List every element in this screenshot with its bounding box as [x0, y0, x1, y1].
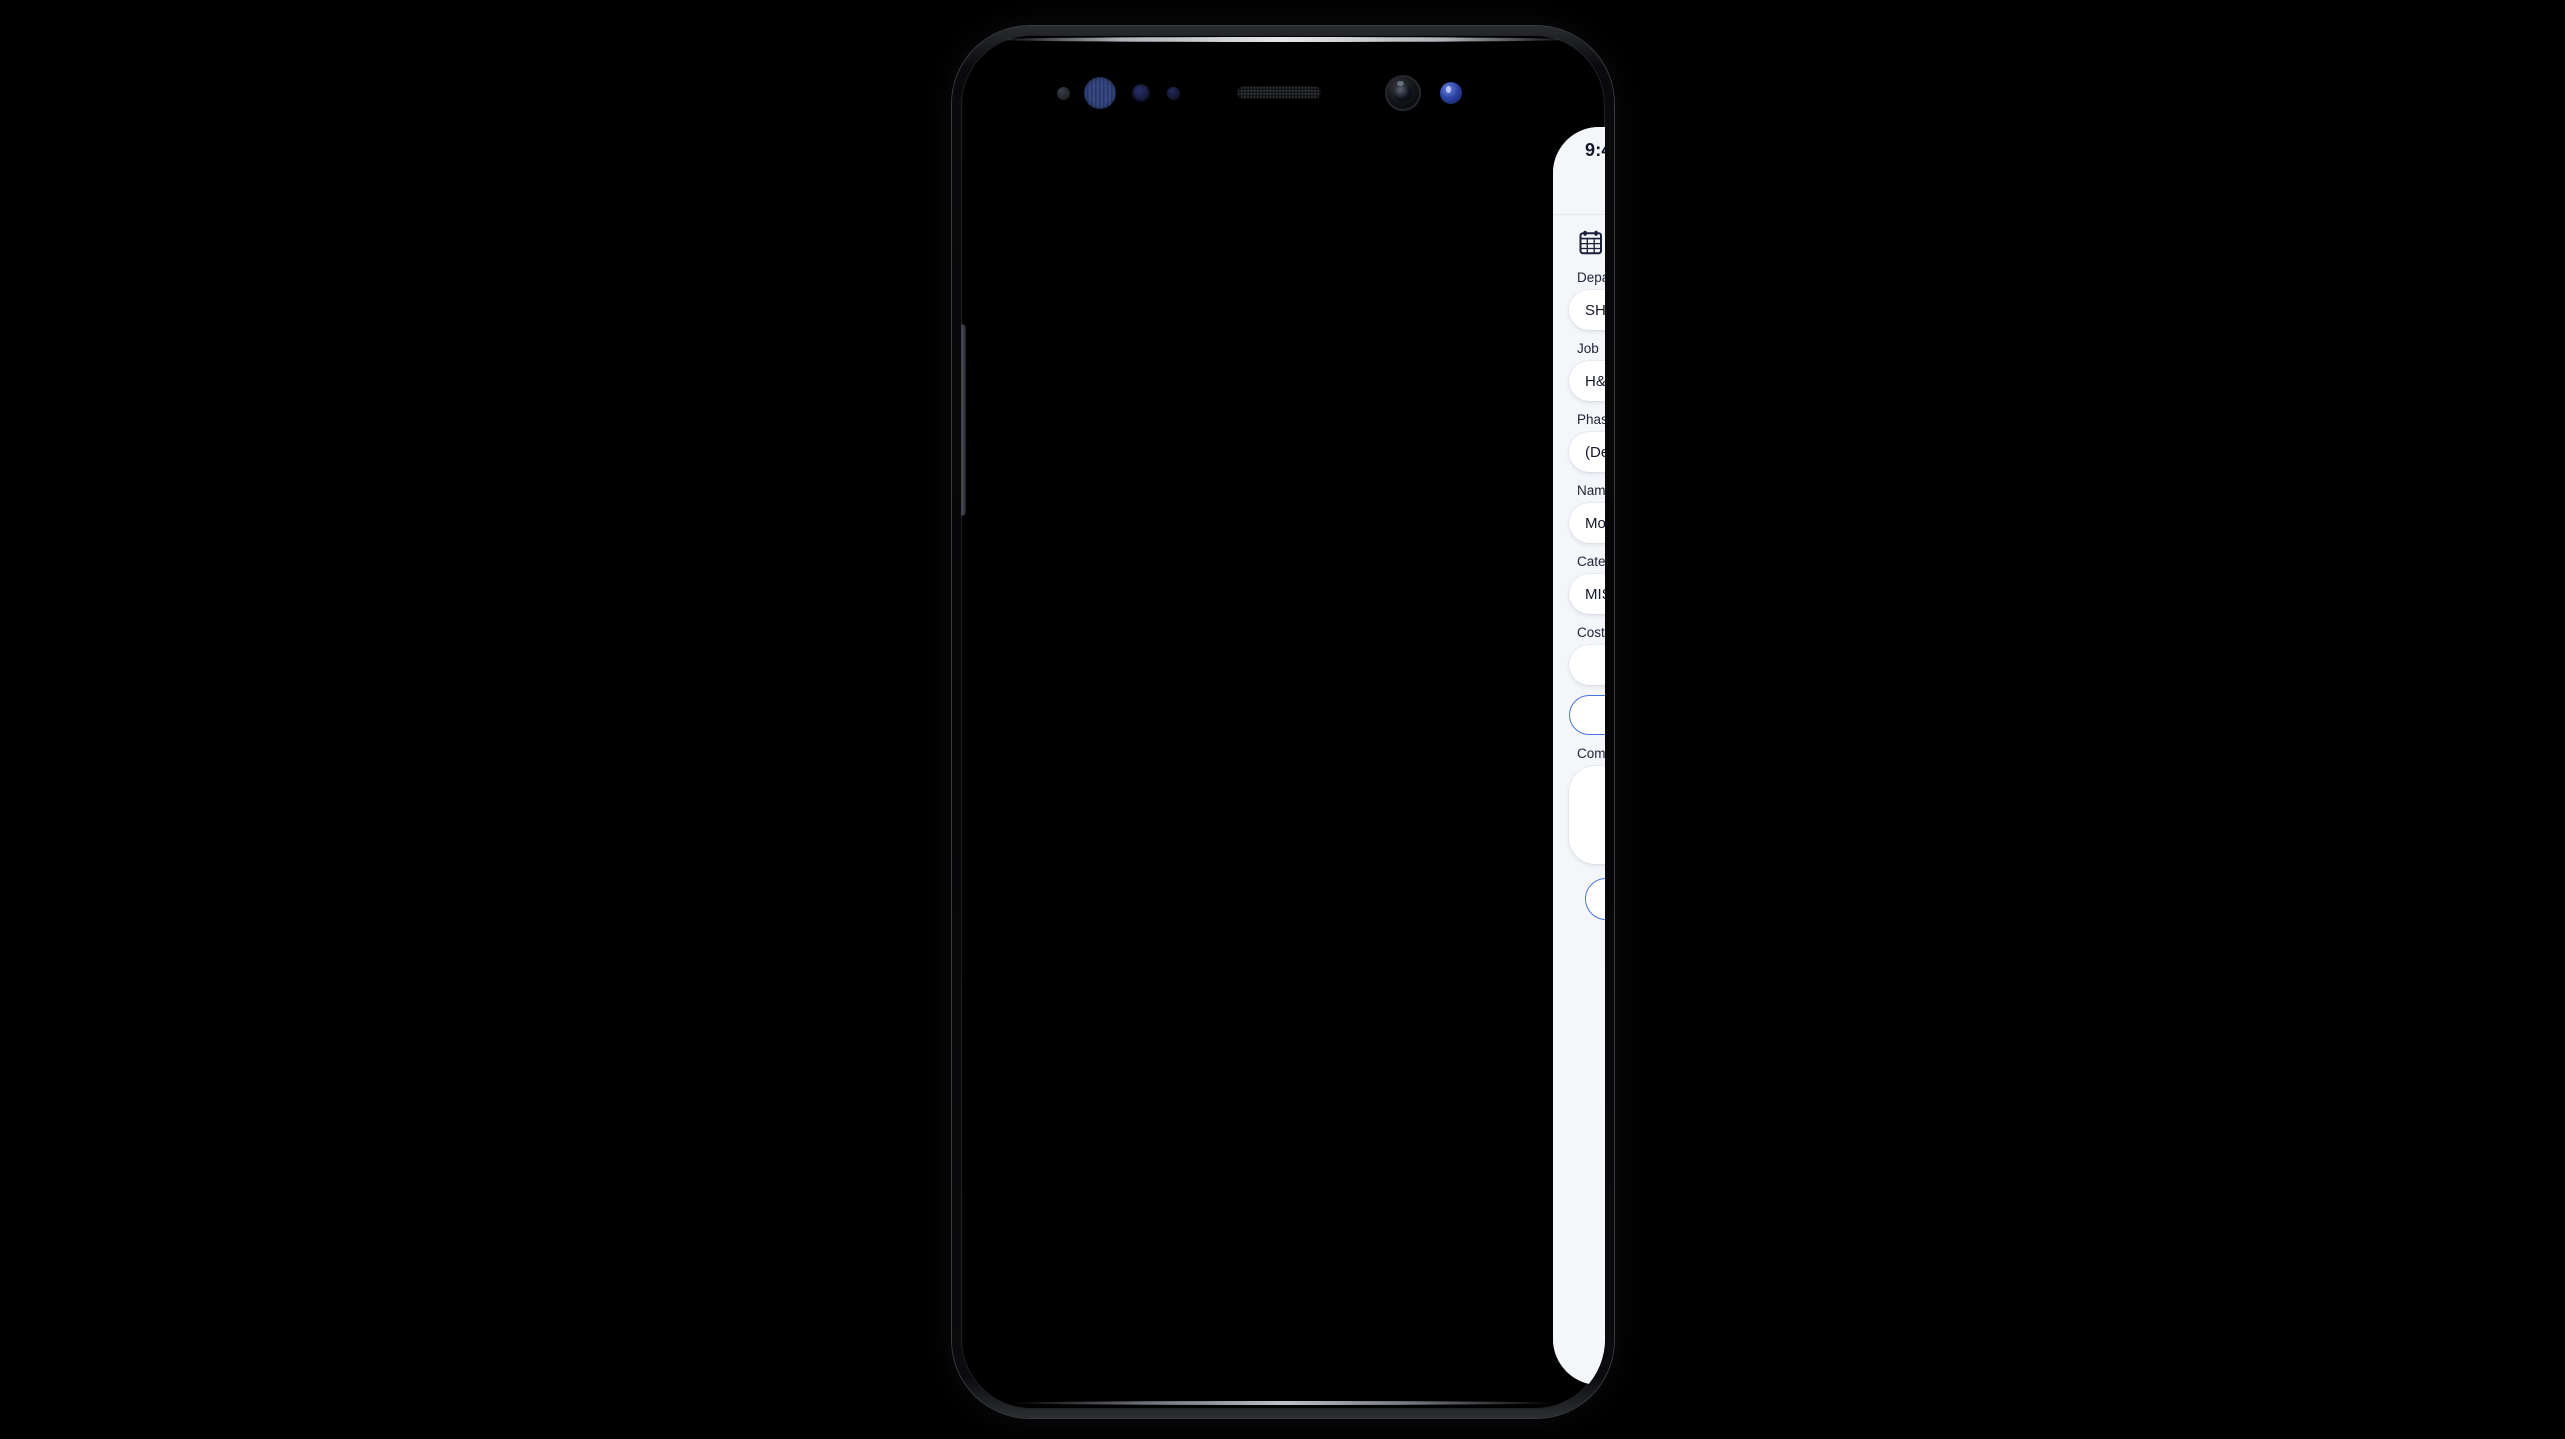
phase-select[interactable]: (Default) — [1569, 432, 1605, 472]
status-bar: 9:45 5G — [1553, 127, 1605, 173]
ir-sensor-icon — [1057, 87, 1070, 100]
phone-bezel: 9:45 5G Daily Entry — [961, 35, 1605, 1409]
department-label: Department — [1577, 270, 1605, 285]
form-footer: Cancel Save — [1569, 864, 1605, 920]
category-value: MISC — [1585, 585, 1605, 603]
category-group: Category MISC — [1569, 553, 1605, 624]
name-select[interactable]: Morale — [1569, 503, 1605, 543]
category-label: Category — [1577, 554, 1605, 569]
attachments-button[interactable]: 1 — [1569, 695, 1605, 735]
screenshot-stage: 9:45 5G Daily Entry — [0, 0, 2565, 1439]
phase-value: (Default) — [1585, 443, 1605, 461]
department-value: SH - Shop/Yard — [1585, 301, 1605, 319]
bezel-highlight-top — [991, 37, 1575, 42]
calendar-icon[interactable] — [1579, 230, 1605, 255]
bezel-highlight-bottom — [1009, 1401, 1557, 1405]
job-value: H&W - Health & Welfare — [1585, 372, 1605, 390]
volume-rocker-button[interactable] — [961, 325, 965, 515]
face-scanner-icon — [1084, 77, 1116, 109]
category-quantity-row: Category MISC Quantity — [1569, 553, 1605, 624]
status-bar-time: 9:45 — [1585, 139, 1605, 160]
phone-screen: 9:45 5G Daily Entry — [1553, 127, 1605, 1385]
camera-glint — [1397, 81, 1404, 86]
comment-textarea[interactable]: Pizza for hitting progress target — [1569, 766, 1605, 864]
job-label: Job — [1577, 341, 1599, 356]
daily-entry-form: Department SH - Shop/Yard Job H&W - Heal… — [1553, 269, 1605, 1385]
phone-device: 9:45 5G Daily Entry — [952, 26, 1614, 1418]
department-select[interactable]: SH - Shop/Yard — [1569, 290, 1605, 330]
job-select[interactable]: H&W - Health & Welfare — [1569, 361, 1605, 401]
sensor-cluster — [961, 75, 1605, 111]
flash-led-icon — [1440, 82, 1462, 104]
navigation-bar: Daily Entry — [1553, 173, 1605, 215]
date-selector-row[interactable]: Monday, September 11 — [1553, 215, 1605, 269]
proximity-sensor-icon — [1132, 84, 1150, 102]
category-select[interactable]: MISC — [1569, 574, 1605, 614]
comment-label: Comment — [1577, 746, 1605, 761]
cost-per-unit-label: Cost Per Unit — [1577, 625, 1605, 640]
ambient-light-sensor-icon — [1167, 87, 1180, 100]
front-camera-icon — [1385, 75, 1421, 111]
cost-per-unit-input[interactable] — [1569, 645, 1605, 685]
phase-label: Phase — [1577, 412, 1605, 427]
cost-per-unit-group: Cost Per Unit — [1569, 624, 1605, 695]
earpiece-speaker-icon — [1237, 86, 1321, 99]
name-value: Morale — [1585, 514, 1605, 532]
name-label: Name — [1577, 483, 1605, 498]
cost-billable-row: Cost Per Unit — [1569, 624, 1605, 695]
daily-entry-app: 9:45 5G Daily Entry — [1553, 127, 1605, 1385]
cancel-button[interactable]: Cancel — [1585, 878, 1605, 920]
